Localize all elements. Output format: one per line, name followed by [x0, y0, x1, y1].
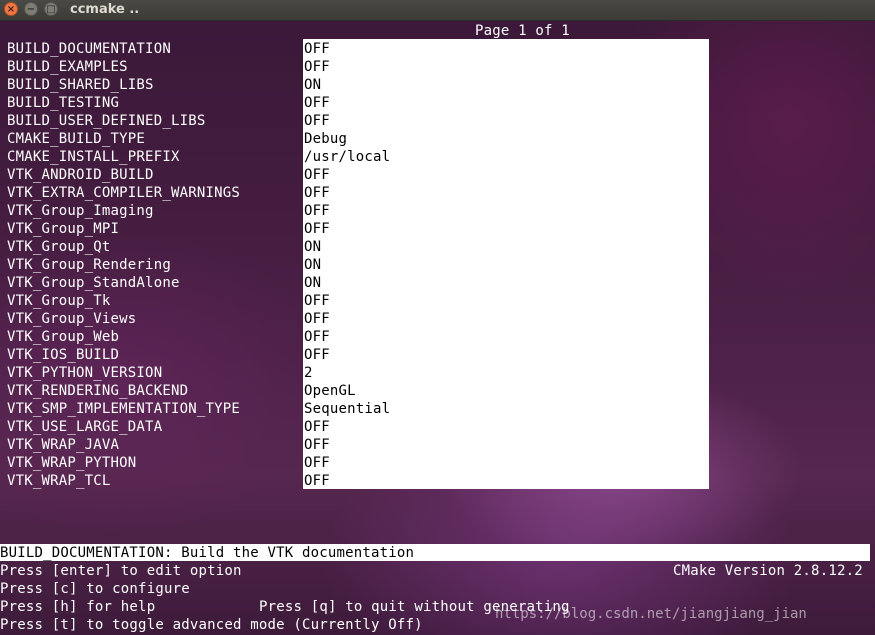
watermark: https://blog.csdn.net/jiangjiang_jian [495, 606, 807, 622]
option-value[interactable]: ON [304, 256, 321, 274]
option-name: VTK_USE_LARGE_DATA [7, 419, 163, 435]
option-value[interactable]: Sequential [304, 400, 390, 418]
option-row[interactable]: VTK_Group_Views OFF [0, 310, 720, 328]
option-row[interactable]: BUILD_EXAMPLES OFF [0, 58, 720, 76]
option-row[interactable]: VTK_Group_StandAlone ON [0, 274, 720, 292]
option-value[interactable]: OFF [304, 202, 330, 220]
option-value[interactable]: ON [304, 76, 321, 94]
option-row[interactable]: CMAKE_BUILD_TYPE Debug [0, 130, 720, 148]
option-row[interactable]: VTK_Group_Tk OFF [0, 292, 720, 310]
option-value[interactable]: OpenGL [304, 382, 356, 400]
option-row[interactable]: VTK_Group_Web OFF [0, 328, 720, 346]
option-value[interactable]: OFF [304, 454, 330, 472]
option-name: VTK_IOS_BUILD [7, 347, 120, 363]
maximize-button[interactable]: □ [44, 2, 58, 16]
cmake-version: CMake Version 2.8.12.2 [673, 563, 863, 579]
option-value[interactable]: 2 [304, 364, 313, 382]
option-value[interactable]: OFF [304, 220, 330, 238]
option-name: VTK_WRAP_JAVA [7, 437, 120, 453]
option-row[interactable]: VTK_RENDERING_BACKEND OpenGL [0, 382, 720, 400]
option-value[interactable]: OFF [304, 436, 330, 454]
option-name: BUILD_SHARED_LIBS [7, 77, 154, 93]
option-row[interactable]: VTK_SMP_IMPLEMENTATION_TYPE Sequential [0, 400, 720, 418]
help-toggle-hint: Press [t] to toggle advanced mode (Curre… [0, 617, 423, 633]
option-value[interactable]: OFF [304, 418, 330, 436]
close-button[interactable]: × [4, 2, 18, 16]
option-value[interactable]: OFF [304, 112, 330, 130]
help-configure-hint: Press [c] to configure [0, 581, 190, 597]
option-row[interactable]: VTK_PYTHON_VERSION 2 [0, 364, 720, 382]
option-row[interactable]: CMAKE_INSTALL_PREFIX/usr/local [0, 148, 720, 166]
option-value[interactable]: /usr/local [304, 148, 390, 166]
option-value[interactable]: OFF [304, 346, 330, 364]
option-value[interactable]: OFF [304, 472, 330, 490]
help-edit-hint: Press [enter] to edit option [0, 563, 242, 579]
option-row[interactable]: VTK_Group_Qt ON [0, 238, 720, 256]
option-name: VTK_Group_Imaging [7, 203, 154, 219]
option-value[interactable]: OFF [304, 58, 330, 76]
option-value[interactable]: OFF [304, 40, 330, 58]
option-name: VTK_Group_MPI [7, 221, 120, 237]
option-name: BUILD_TESTING [7, 95, 120, 111]
option-row[interactable]: VTK_ANDROID_BUILD OFF [0, 166, 720, 184]
option-description: BUILD_DOCUMENTATION: Build the VTK docum… [0, 545, 415, 561]
option-value[interactable]: OFF [304, 166, 330, 184]
minimize-button[interactable]: − [24, 2, 38, 16]
option-row[interactable]: VTK_Group_Imaging OFF [0, 202, 720, 220]
option-value[interactable]: OFF [304, 184, 330, 202]
option-value[interactable]: OFF [304, 292, 330, 310]
options-list: BUILD_DOCUMENTATION OFF BUILD_EXAMPLES OFF B… [0, 40, 720, 490]
option-row[interactable]: BUILD_SHARED_LIBS ON [0, 76, 720, 94]
option-value[interactable]: ON [304, 274, 321, 292]
option-name: VTK_Group_Qt [7, 239, 111, 255]
option-name: VTK_EXTRA_COMPILER_WARNINGS [7, 185, 240, 201]
option-name: VTK_SMP_IMPLEMENTATION_TYPE [7, 401, 240, 417]
option-name: BUILD_USER_DEFINED_LIBS [7, 113, 206, 129]
option-value[interactable]: Debug [304, 130, 347, 148]
option-name: VTK_WRAP_TCL [7, 473, 111, 489]
help-help-hint: Press [h] for help [0, 599, 156, 615]
option-row[interactable]: VTK_Group_Rendering ON [0, 256, 720, 274]
option-name: VTK_Group_Rendering [7, 257, 171, 273]
option-name: VTK_WRAP_PYTHON [7, 455, 137, 471]
page-indicator: Page 1 of 1 [475, 23, 570, 39]
option-row[interactable]: VTK_WRAP_JAVA OFF [0, 436, 720, 454]
option-row[interactable]: VTK_WRAP_PYTHON OFF [0, 454, 720, 472]
option-row[interactable]: BUILD_USER_DEFINED_LIBS OFF [0, 112, 720, 130]
option-name: VTK_Group_StandAlone [7, 275, 180, 291]
option-row[interactable]: VTK_IOS_BUILD OFF [0, 346, 720, 364]
option-name: BUILD_EXAMPLES [7, 59, 128, 75]
option-row[interactable]: VTK_WRAP_TCL OFF [0, 472, 720, 490]
option-row[interactable]: BUILD_TESTING OFF [0, 94, 720, 112]
option-name: VTK_Group_Web [7, 329, 120, 345]
option-name: VTK_RENDERING_BACKEND [7, 383, 189, 399]
option-name: CMAKE_INSTALL_PREFIX [7, 149, 180, 165]
option-value[interactable]: OFF [304, 310, 330, 328]
window-title: ccmake .. [70, 2, 140, 17]
option-name: CMAKE_BUILD_TYPE [7, 131, 146, 147]
option-row[interactable]: VTK_Group_MPI OFF [0, 220, 720, 238]
option-name: VTK_Group_Tk [7, 293, 111, 309]
option-row[interactable]: VTK_USE_LARGE_DATA OFF [0, 418, 720, 436]
option-row[interactable]: VTK_EXTRA_COMPILER_WARNINGS OFF [0, 184, 720, 202]
option-row[interactable]: BUILD_DOCUMENTATION OFF [0, 40, 720, 58]
option-name: VTK_PYTHON_VERSION [7, 365, 163, 381]
option-value[interactable]: ON [304, 238, 321, 256]
option-name: VTK_ANDROID_BUILD [7, 167, 154, 183]
title-bar: × − □ ccmake .. [0, 0, 875, 21]
option-name: VTK_Group_Views [7, 311, 137, 327]
option-name: BUILD_DOCUMENTATION [7, 41, 171, 57]
option-value[interactable]: OFF [304, 328, 330, 346]
option-value[interactable]: OFF [304, 94, 330, 112]
